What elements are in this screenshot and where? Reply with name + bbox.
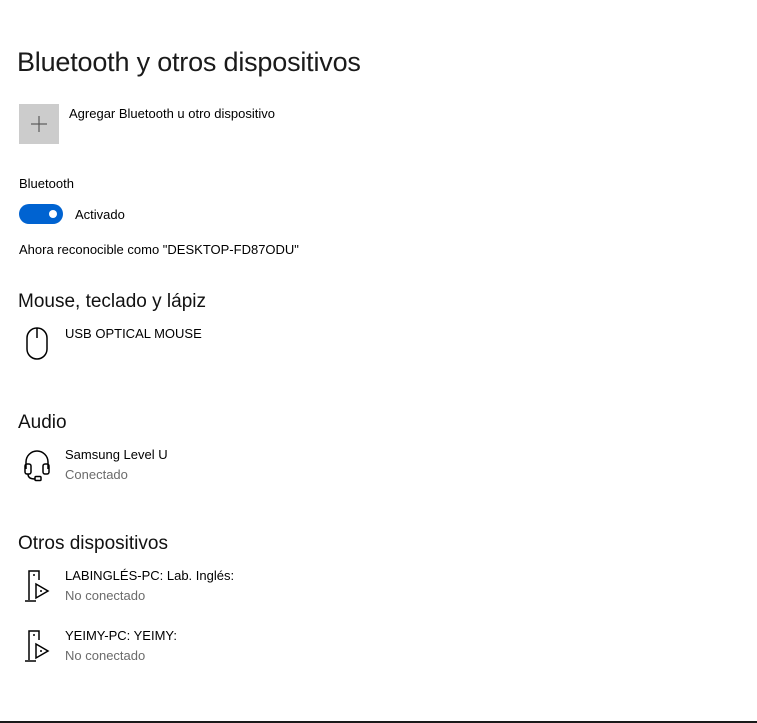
device-name: Samsung Level U [65, 447, 168, 462]
headset-icon [20, 447, 54, 487]
discoverable-text: Ahora reconocible como "DESKTOP-FD87ODU" [19, 242, 299, 257]
section-heading-other: Otros dispositivos [18, 533, 168, 554]
media-device-icon [20, 628, 54, 668]
toggle-knob [49, 210, 57, 218]
mouse-icon [20, 326, 54, 366]
plus-icon [31, 116, 47, 132]
bluetooth-toggle-row: Activado [19, 204, 125, 224]
device-item-mouse[interactable]: USB OPTICAL MOUSE [20, 326, 202, 366]
media-device-icon [20, 568, 54, 608]
add-device-tile[interactable] [19, 104, 59, 144]
add-device-button[interactable]: Agregar Bluetooth u otro dispositivo [19, 104, 275, 144]
section-heading-mouse: Mouse, teclado y lápiz [18, 291, 206, 312]
device-status: Conectado [65, 467, 128, 482]
device-item-other[interactable]: LABINGLÉS-PC: Lab. Inglés: No conectado [20, 568, 234, 608]
device-name: YEIMY-PC: YEIMY: [65, 628, 177, 643]
page-title: Bluetooth y otros dispositivos [17, 47, 361, 77]
bluetooth-toggle[interactable] [19, 204, 63, 224]
add-device-label[interactable]: Agregar Bluetooth u otro dispositivo [69, 106, 275, 121]
device-status: No conectado [65, 648, 146, 663]
device-status: No conectado [65, 588, 146, 603]
device-name: USB OPTICAL MOUSE [65, 326, 202, 341]
device-item-audio[interactable]: Samsung Level U Conectado [20, 447, 168, 487]
device-item-other[interactable]: YEIMY-PC: YEIMY: No conectado [20, 628, 177, 668]
device-name: LABINGLÉS-PC: Lab. Inglés: [65, 568, 235, 583]
bluetooth-label: Bluetooth [19, 176, 74, 191]
section-heading-audio: Audio [18, 412, 67, 433]
bluetooth-toggle-state: Activado [75, 206, 125, 222]
